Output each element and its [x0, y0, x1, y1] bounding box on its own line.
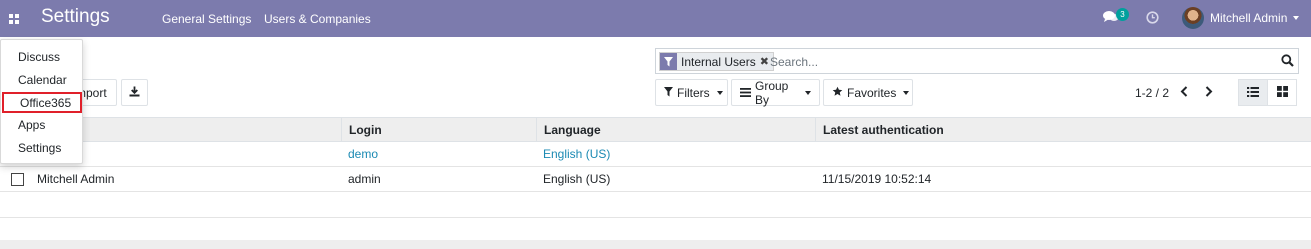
apps-menu-toggle[interactable]	[0, 0, 27, 37]
table-row[interactable]: Mitchell Admin admin English (US) 11/15/…	[0, 167, 1311, 192]
apps-grid-icon	[8, 13, 19, 24]
group-by-button[interactable]: Group By	[731, 78, 820, 107]
star-icon	[832, 86, 843, 100]
language-cell: English (US)	[543, 147, 611, 161]
message-count-badge: 3	[1116, 8, 1129, 21]
app-menu-item-calendar[interactable]: Calendar	[1, 69, 82, 91]
export-button[interactable]	[121, 79, 148, 106]
menu-users-companies[interactable]: Users & Companies	[264, 12, 371, 26]
activity-menu[interactable]	[1146, 11, 1159, 27]
user-name-cell: Mitchell Admin	[37, 172, 115, 186]
menu-general-settings[interactable]: General Settings	[162, 12, 251, 26]
user-name: Mitchell Admin	[1210, 11, 1288, 25]
filter-icon	[660, 53, 677, 70]
latest-authentication-cell: 11/15/2019 10:52:14	[822, 172, 932, 186]
app-title[interactable]: Settings	[41, 6, 110, 28]
user-menu[interactable]: Mitchell Admin	[1182, 5, 1300, 31]
app-menu-item-settings[interactable]: Settings	[1, 137, 82, 159]
list-view-icon	[1247, 86, 1259, 100]
list-footer	[0, 240, 1311, 249]
login-cell: demo	[348, 147, 379, 161]
download-icon	[129, 86, 140, 100]
column-header-login[interactable]: Login	[341, 118, 536, 142]
chevron-down-icon	[805, 90, 811, 95]
kanban-view-button[interactable]	[1267, 79, 1297, 106]
app-menu-item-office365[interactable]: Office365	[2, 92, 82, 113]
chevron-down-icon	[903, 90, 910, 95]
pager-value[interactable]: 1-2 / 2	[1135, 86, 1169, 100]
facet-label: Internal Users	[681, 54, 756, 69]
avatar	[1182, 7, 1204, 29]
clock-icon	[1146, 11, 1159, 27]
chevron-down-icon	[1293, 16, 1300, 20]
column-header-latest-authentication[interactable]: Latest authentication	[815, 118, 1311, 142]
chevron-right-icon[interactable]	[1205, 86, 1213, 100]
column-header-language[interactable]: Language	[536, 118, 815, 142]
table-header: Login Language Latest authentication	[0, 117, 1311, 142]
search-bar: Internal Users ✖	[655, 48, 1299, 74]
favorites-label: Favorites	[847, 85, 897, 100]
row-checkbox[interactable]	[11, 173, 24, 186]
list-bars-icon	[740, 86, 751, 100]
table-row[interactable]: mo demo English (US)	[0, 142, 1311, 167]
chevron-down-icon	[716, 90, 723, 95]
app-menu-item-apps[interactable]: Apps	[1, 114, 82, 136]
search-facet: Internal Users ✖	[659, 52, 774, 71]
kanban-view-icon	[1276, 85, 1288, 100]
search-input[interactable]	[770, 52, 1270, 71]
language-cell: English (US)	[543, 172, 611, 186]
empty-table-row	[0, 192, 1311, 218]
chevron-left-icon[interactable]	[1180, 86, 1188, 100]
app-menu-item-discuss[interactable]: Discuss	[1, 46, 82, 68]
filters-label: Filters	[677, 85, 710, 100]
filter-icon	[664, 86, 673, 100]
favorites-button[interactable]: Favorites	[823, 79, 913, 106]
search-icon[interactable]	[1281, 54, 1294, 70]
messaging-menu[interactable]: 3	[1103, 8, 1129, 28]
apps-dropdown-menu: Discuss Calendar Office365 Apps Settings	[0, 39, 83, 164]
list-view-button[interactable]	[1238, 79, 1268, 106]
group-by-label: Group By	[755, 78, 789, 107]
login-cell: admin	[348, 172, 381, 186]
top-navbar: Settings General Settings Users & Compan…	[0, 0, 1311, 37]
filters-button[interactable]: Filters	[655, 79, 728, 106]
